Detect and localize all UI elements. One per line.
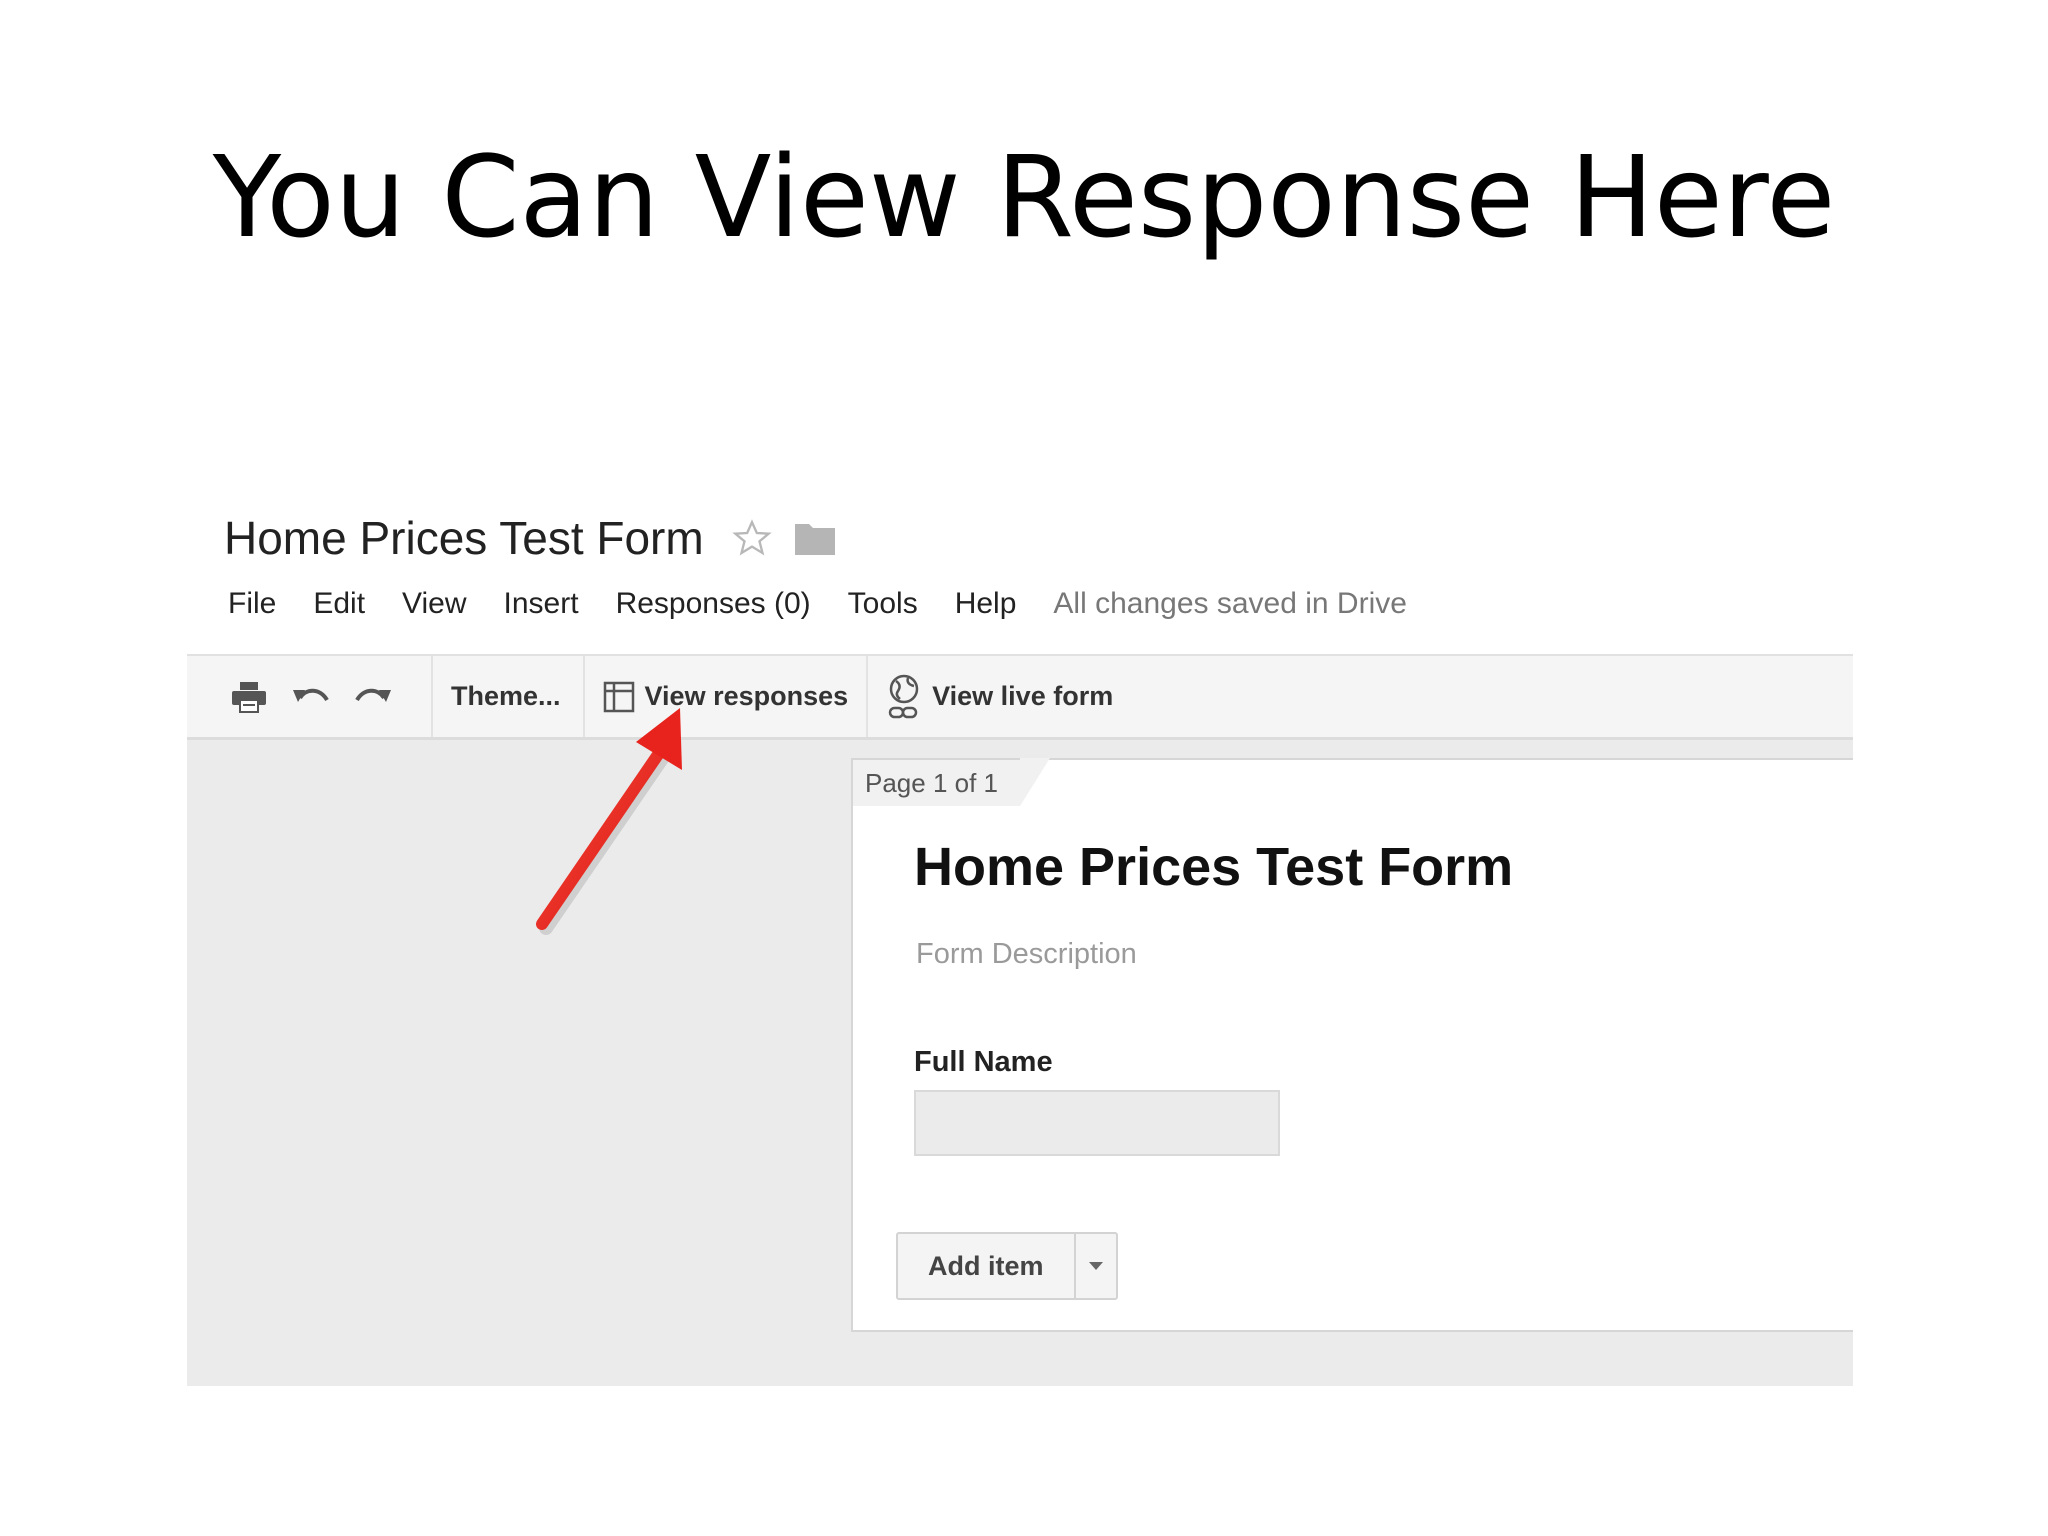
add-item-dropdown[interactable] <box>1073 1234 1116 1298</box>
view-live-form-label: View live form <box>932 681 1114 711</box>
menu-bar: File Edit View Insert Responses (0) Tool… <box>228 582 1407 626</box>
folder-icon[interactable] <box>794 520 836 556</box>
form-description-field[interactable]: Form Description <box>916 938 1137 971</box>
menu-responses[interactable]: Responses (0) <box>616 587 811 621</box>
field-label-full-name: Full Name <box>914 1046 1053 1078</box>
menu-help[interactable]: Help <box>955 587 1017 621</box>
full-name-input[interactable] <box>914 1090 1280 1156</box>
save-status: All changes saved in Drive <box>1053 587 1407 620</box>
menu-edit[interactable]: Edit <box>313 587 365 621</box>
forms-app-screenshot: Home Prices Test Form File Edit View Ins… <box>0 0 2048 1536</box>
chevron-down-icon <box>1088 1262 1103 1270</box>
menu-insert[interactable]: Insert <box>504 587 579 621</box>
annotation-arrow <box>536 708 682 935</box>
add-item-button[interactable]: Add item <box>898 1234 1074 1298</box>
toolbar-icon-group <box>187 656 433 737</box>
slide: You Can View Response Here Home Prices T… <box>0 0 2048 1536</box>
document-title[interactable]: Home Prices Test Form <box>224 511 704 565</box>
form-title[interactable]: Home Prices Test Form <box>914 836 1513 898</box>
menu-view[interactable]: View <box>402 587 466 621</box>
add-item-split-button: Add item <box>896 1232 1118 1300</box>
page-indicator: Page 1 of 1 <box>851 758 1050 806</box>
redo-icon[interactable] <box>351 675 395 719</box>
undo-icon[interactable] <box>289 675 333 719</box>
toolbar-live-form-group: View live form <box>868 656 1131 737</box>
globe-link-icon <box>886 674 922 720</box>
star-icon[interactable] <box>732 518 772 558</box>
menu-file[interactable]: File <box>228 587 276 621</box>
document-title-row: Home Prices Test Form <box>224 508 836 568</box>
menu-tools[interactable]: Tools <box>848 587 918 621</box>
toolbar: Theme... View responses View live form <box>187 654 1853 740</box>
view-live-form-button[interactable]: View live form <box>868 656 1131 737</box>
printer-icon[interactable] <box>227 675 271 719</box>
